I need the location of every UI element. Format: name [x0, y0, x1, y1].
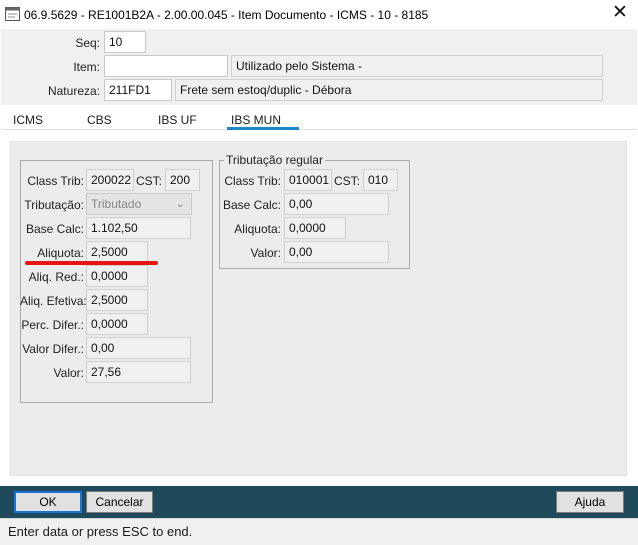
- window-title: 06.9.5629 - RE1001B2A - 2.00.00.045 - It…: [24, 8, 429, 22]
- aliquota-field: 2,5000: [86, 241, 148, 263]
- valor-field: 27,56: [86, 361, 191, 383]
- tributacao-label: Tributação:: [24, 198, 84, 212]
- seq-field[interactable]: 10: [104, 31, 146, 53]
- natureza-description: Frete sem estoq/duplic - Débora: [175, 79, 603, 101]
- ok-button[interactable]: OK: [14, 491, 82, 513]
- valor-difer-field: 0,00: [86, 337, 191, 359]
- app-icon: [5, 7, 20, 21]
- chevron-down-icon: ⌄: [175, 198, 185, 210]
- help-button[interactable]: Ajuda: [556, 491, 624, 513]
- reg-base-calc-field: 0,00: [284, 193, 389, 215]
- tributacao-select[interactable]: Tributado ⌄: [86, 193, 192, 215]
- perc-difer-field: 0,0000: [86, 313, 148, 335]
- tributacao-regular-title: Tributação regular: [224, 153, 325, 167]
- base-calc-label: Base Calc:: [25, 222, 84, 236]
- tab-ibs-uf[interactable]: IBS UF: [158, 113, 197, 127]
- valor-difer-label: Valor Difer.:: [22, 342, 84, 356]
- aliq-red-label: Aliq. Red.:: [28, 270, 84, 284]
- tributacao-value: Tributado: [91, 197, 142, 211]
- class-trib-label: Class Trib:: [27, 174, 84, 188]
- aliq-efetiva-field: 2,5000: [86, 289, 148, 311]
- perc-difer-label: Perc. Difer.:: [21, 318, 84, 332]
- aliq-efetiva-label: Aliq. Efetiva:: [20, 294, 87, 308]
- seq-label: Seq:: [75, 36, 100, 50]
- valor-label: Valor:: [53, 366, 84, 380]
- close-icon[interactable]: ✕: [604, 2, 636, 26]
- reg-valor-field: 0,00: [284, 241, 389, 263]
- reg-aliquota-label: Aliquota:: [234, 222, 281, 236]
- class-trib-field: 200022: [86, 169, 134, 191]
- cancel-button[interactable]: Cancelar: [86, 491, 153, 513]
- reg-cst-field: 010: [363, 169, 398, 191]
- tab-ibs-mun[interactable]: IBS MUN: [231, 113, 281, 127]
- active-tab-indicator: [227, 127, 299, 130]
- natureza-label: Natureza:: [47, 84, 100, 98]
- reg-class-trib-field: 010001: [284, 169, 332, 191]
- aliquota-label: Aliquota:: [37, 246, 84, 260]
- reg-cst-label: CST:: [334, 174, 361, 188]
- cst-label: CST:: [136, 174, 163, 188]
- tab-cbs[interactable]: CBS: [87, 113, 112, 127]
- base-calc-field: 1.102,50: [86, 217, 191, 239]
- tab-icms[interactable]: ICMS: [13, 113, 43, 127]
- reg-aliquota-field: 0,0000: [284, 217, 346, 239]
- reg-class-trib-label: Class Trib:: [224, 174, 281, 188]
- reg-valor-label: Valor:: [250, 246, 281, 260]
- aliq-red-field: 0,0000: [86, 265, 148, 287]
- status-text: Enter data or press ESC to end.: [8, 524, 193, 539]
- reg-base-calc-label: Base Calc:: [222, 198, 281, 212]
- item-label: Item:: [73, 60, 100, 74]
- item-code-field[interactable]: [104, 55, 228, 77]
- cst-field: 200: [165, 169, 200, 191]
- natureza-code-field[interactable]: 211FD1: [104, 79, 172, 101]
- item-description: Utilizado pelo Sistema -: [231, 55, 603, 77]
